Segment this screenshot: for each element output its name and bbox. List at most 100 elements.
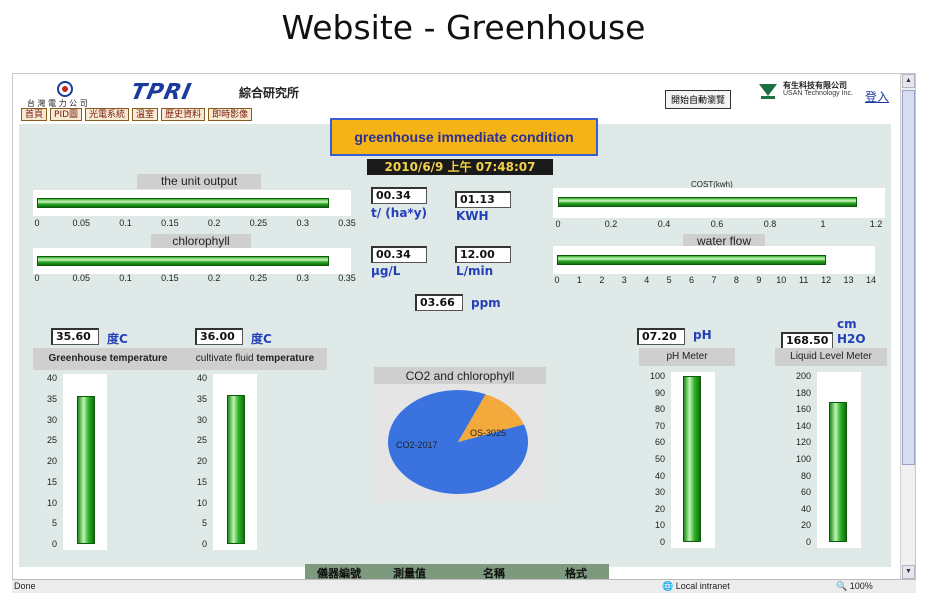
cost-bar-fill — [558, 197, 857, 207]
scale-tick: 20 — [196, 456, 207, 466]
condition-title: greenhouse immediate condition — [330, 118, 598, 156]
fluid-temp-label-a: cultivate fluid — [195, 353, 254, 364]
pie-label: CO2 and chlorophyll — [374, 367, 546, 385]
liquid-level-unit-bottom: H2O — [837, 332, 866, 346]
greenhouse-temp-track — [63, 374, 107, 550]
unit-output-readout: 00.34 — [371, 187, 427, 204]
nav-live-video[interactable]: 即時影像 — [208, 108, 253, 121]
axis-tick: 0.05 — [72, 218, 91, 228]
slide-title: Website - Greenhouse — [281, 8, 646, 47]
axis-tick: 0.25 — [249, 218, 268, 228]
chlorophyll-bar — [33, 248, 351, 274]
scale-tick: 35 — [46, 393, 57, 404]
unit-output-label: the unit output — [137, 174, 261, 189]
scale-tick: 30 — [654, 487, 665, 498]
ph-gauge: 100 90 80 70 60 50 40 30 20 10 0 — [641, 371, 723, 552]
zoom-icon: 🔍 — [836, 581, 850, 591]
axis-tick: 0.2 — [604, 219, 618, 229]
taipower-logo-icon: 台 灣 電 力 公 司 — [27, 81, 117, 108]
institute-name: 綜合研究所 — [239, 86, 300, 100]
scale-tick: 25 — [196, 435, 207, 446]
greenhouse-temp-label: Greenhouse temperature — [33, 348, 183, 370]
login-link[interactable]: 登入 — [865, 88, 889, 105]
fluid-temp-readout: 36.00 — [195, 328, 243, 345]
axis-tick: 11 — [799, 275, 809, 285]
svg-text:台 灣 電 力 公 司: 台 灣 電 力 公 司 — [27, 98, 88, 108]
scroll-up-icon[interactable]: ▲ — [902, 74, 915, 88]
datetime-display: 2010/6/9 上午 07:48:07 — [367, 159, 553, 175]
axis-tick: 0 — [34, 218, 40, 228]
scale-tick: 180 — [795, 387, 811, 398]
fluid-temp-label-b: temperature — [256, 353, 315, 364]
scale-tick: 10 — [196, 497, 207, 508]
site-header: 台 灣 電 力 公 司 TPRI 綜合研究所 首頁 PID圖 光電系統 溫室 歷… — [13, 74, 901, 122]
vertical-scrollbar[interactable]: ▲ ▼ — [900, 74, 915, 579]
co2-unit: ppm — [471, 296, 501, 310]
axis-tick: 1.2 — [869, 219, 883, 229]
scale-tick: 0 — [805, 537, 811, 547]
flow-unit: L/min — [456, 264, 494, 278]
axis-tick: 0.25 — [249, 273, 268, 283]
water-flow-axis: 0 1 2 3 4 5 6 7 8 9 10 11 12 13 14 — [554, 275, 876, 285]
fluid-temp-label: cultivate fluid temperature — [183, 348, 327, 370]
nav-greenhouse[interactable]: 溫室 — [132, 108, 159, 121]
axis-tick: 0.35 — [338, 273, 356, 283]
scroll-thumb[interactable] — [902, 90, 915, 465]
fluid-temp-fill — [227, 395, 245, 544]
scale-tick: 80 — [654, 404, 665, 415]
axis-tick: 0.05 — [72, 273, 91, 283]
axis-tick: 4 — [644, 275, 650, 285]
ph-fill — [683, 376, 701, 542]
scale-tick: 60 — [800, 487, 811, 498]
browser-status-bar: Done 🌐 Local intranet 🔍 100% — [12, 579, 916, 593]
co2-chlorophyll-pie: CO2-2017 OS-3025 — [388, 390, 528, 494]
cost-axis: 0 0.2 0.4 0.6 0.8 1 1.2 — [555, 219, 882, 229]
scale-tick: 35 — [196, 393, 207, 404]
axis-tick: 1 — [820, 219, 826, 229]
water-flow-bar — [553, 246, 875, 274]
auto-browse-button[interactable]: 開始自動瀏覽 — [665, 90, 732, 109]
kwh-readout: 01.13 — [455, 191, 511, 208]
scale-tick: 70 — [654, 420, 665, 431]
scale-tick: 0 — [659, 537, 665, 547]
scale-tick: 20 — [46, 456, 57, 466]
nav-home[interactable]: 首頁 — [21, 108, 48, 121]
unit-output-unit: t/ (ha*y) — [371, 206, 428, 220]
nav-history[interactable]: 歷史資料 — [161, 108, 206, 121]
axis-tick: 10 — [776, 275, 787, 285]
nav-pv-system[interactable]: 光電系統 — [85, 108, 130, 121]
scale-tick: 20 — [800, 520, 811, 531]
axis-tick: 0.6 — [710, 219, 724, 229]
ph-scale: 100 90 80 70 60 50 40 30 20 10 0 — [641, 371, 669, 548]
fluid-temp-track — [213, 374, 257, 550]
liquid-level-gauge: 200 180 160 140 120 100 80 60 40 20 0 — [787, 371, 869, 552]
chlorophyll-unit: μg/L — [371, 264, 401, 278]
axis-tick: 0 — [555, 219, 561, 229]
scale-tick: 100 — [649, 371, 665, 381]
axis-tick: 0.4 — [657, 219, 671, 229]
co2-readout: 03.66 — [415, 294, 463, 311]
water-flow-bar-fill — [557, 255, 826, 265]
scale-tick: 15 — [196, 476, 207, 487]
scroll-down-icon[interactable]: ▼ — [902, 565, 915, 579]
zoom-label: 100% — [849, 581, 873, 591]
scale-tick: 80 — [800, 470, 811, 481]
cost-bar — [553, 188, 885, 218]
axis-tick: 0.15 — [161, 273, 179, 283]
axis-tick: 0.15 — [161, 218, 179, 228]
axis-tick: 2 — [599, 275, 605, 285]
axis-tick: 0.1 — [119, 218, 132, 228]
ph-readout: 07.20 — [637, 328, 685, 345]
axis-tick: 9 — [756, 275, 762, 285]
flow-readout: 12.00 — [455, 246, 511, 263]
ph-unit: pH — [693, 328, 712, 342]
nav-pid-diagram[interactable]: PID圖 — [50, 108, 83, 121]
greenhouse-dashboard: greenhouse immediate condition 2010/6/9 … — [19, 118, 891, 580]
zoom-level[interactable]: 🔍 100% — [836, 581, 873, 592]
greenhouse-temp-unit: 度C — [107, 332, 128, 346]
scale-tick: 5 — [51, 518, 57, 529]
axis-tick: 0.8 — [763, 219, 777, 229]
liquid-level-label: Liquid Level Meter — [775, 348, 887, 366]
browser-window: 台 灣 電 力 公 司 TPRI 綜合研究所 首頁 PID圖 光電系統 溫室 歷… — [12, 73, 916, 593]
axis-tick: 0.35 — [338, 218, 356, 228]
